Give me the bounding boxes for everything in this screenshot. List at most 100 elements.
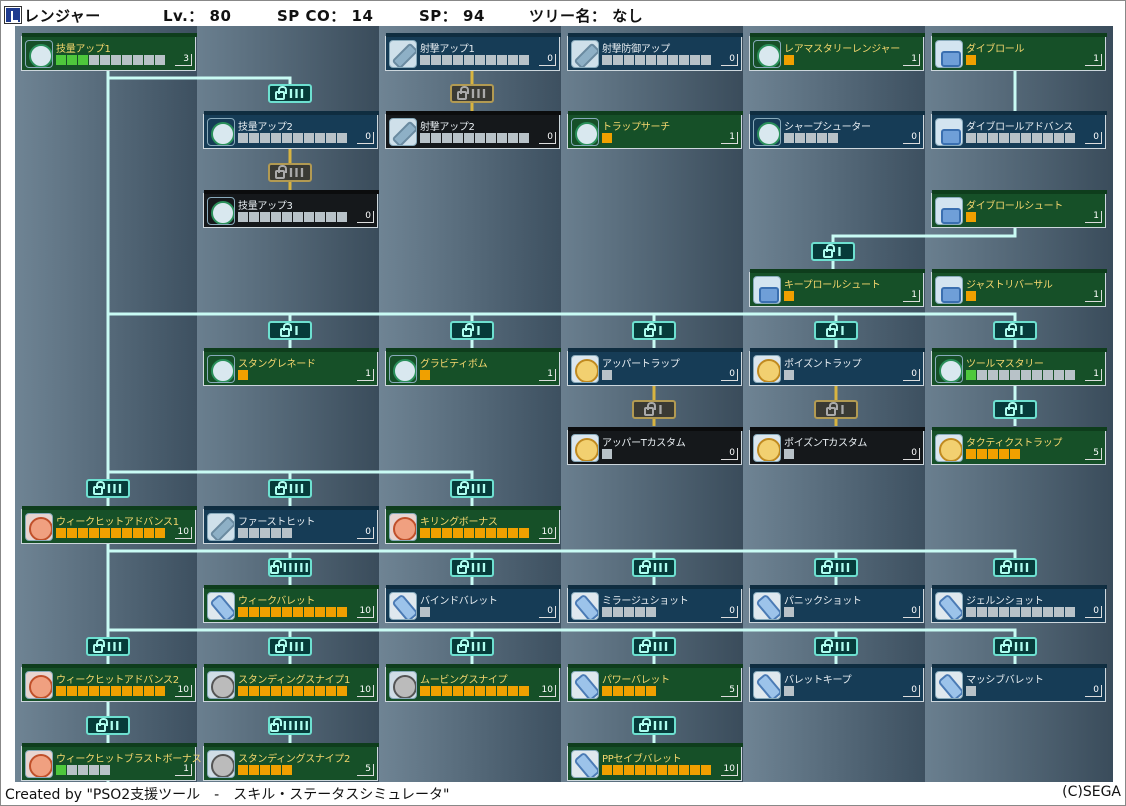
padlock-icon: [270, 559, 282, 574]
skill-level-bar: [238, 686, 348, 696]
skill-card[interactable]: ポイズンTカスタム 0: [749, 427, 925, 465]
level-segment: [144, 528, 154, 538]
level-segment: [271, 607, 281, 617]
skill-card[interactable]: ダイブロールシュート 1: [931, 190, 1107, 228]
level-segment: [1043, 370, 1053, 380]
card-tab: [568, 33, 743, 37]
skill-card[interactable]: キリングボーナス 10: [385, 506, 561, 544]
skill-card[interactable]: 技量アップ1 3: [21, 33, 197, 71]
level-segment: [304, 686, 314, 696]
skill-card[interactable]: キープロールシュート 1: [749, 269, 925, 307]
padlock-icon: [270, 717, 282, 732]
card-tab: [750, 269, 925, 273]
padlock-icon: [280, 322, 293, 337]
skill-level: 3: [175, 54, 192, 66]
padlock-icon: [638, 559, 651, 574]
skill-card[interactable]: ダイブロール 1: [931, 33, 1107, 71]
skill-card[interactable]: ダイブロールアドバンス 0: [931, 111, 1107, 149]
skill-card[interactable]: 射撃アップ1 0: [385, 33, 561, 71]
required-level: I: [476, 323, 482, 338]
unlock-badge: III: [632, 637, 676, 656]
skill-card[interactable]: ウィークヒットブラストボーナス 1: [21, 743, 202, 781]
skill-card[interactable]: 技量アップ3 0: [203, 190, 379, 228]
level-segment: [784, 449, 794, 459]
unlock-badge: I: [632, 321, 676, 340]
level-segment: [326, 686, 336, 696]
skill-card[interactable]: バレットキープ 0: [749, 664, 925, 702]
skill-card[interactable]: PPセイブバレット 10: [567, 743, 743, 781]
level-segment: [78, 528, 88, 538]
skill-card[interactable]: ファーストヒット 0: [203, 506, 379, 544]
trap-icon: [571, 434, 599, 462]
star-icon: [753, 40, 781, 68]
card-tab: [568, 111, 743, 115]
skill-card[interactable]: ウィークヒットアドバンス1 10: [21, 506, 197, 544]
level-segment: [293, 686, 303, 696]
level-segment: [966, 55, 976, 65]
level-segment: [122, 55, 132, 65]
level-segment: [784, 133, 794, 143]
padlock-icon: [1005, 401, 1018, 416]
skill-name: スタンディングスナイプ2: [238, 754, 351, 765]
skill-card[interactable]: アッパートラップ 0: [567, 348, 743, 386]
skill-card[interactable]: アッパーTカスタム 0: [567, 427, 743, 465]
trap-icon: [571, 355, 599, 383]
unlock-badge: III: [86, 637, 130, 656]
level-segment: [442, 528, 452, 538]
skill-level-bar: [602, 686, 657, 696]
card-tab: [932, 33, 1107, 37]
skill-level-bar: [238, 765, 293, 775]
skill-card[interactable]: 射撃防御アップ 0: [567, 33, 743, 71]
skill-level-bar: [602, 765, 712, 775]
skill-card[interactable]: パニックショット 0: [749, 585, 925, 623]
skill-card[interactable]: スタンディングスナイプ2 5: [203, 743, 379, 781]
skill-card[interactable]: パワーバレット 5: [567, 664, 743, 702]
required-level: III: [1013, 560, 1031, 575]
padlock-icon: [644, 401, 657, 416]
required-level: III: [470, 86, 488, 101]
card-tab: [386, 111, 561, 115]
skill-card[interactable]: ミラージュショット 0: [567, 585, 743, 623]
skill-level: 1: [357, 369, 374, 381]
level-segment: [67, 686, 77, 696]
skill-card[interactable]: グラビティボム 1: [385, 348, 561, 386]
skill-level-bar: [966, 370, 1076, 380]
level-segment: [966, 607, 976, 617]
skill-card[interactable]: タクティクストラップ 5: [931, 427, 1107, 465]
skill-card[interactable]: ツールマスタリー 1: [931, 348, 1107, 386]
skill-name: マッシブバレット: [966, 675, 1044, 686]
killing-icon: [389, 513, 417, 541]
skill-card[interactable]: マッシブバレット 0: [931, 664, 1107, 702]
skill-card[interactable]: シャープシューター 0: [749, 111, 925, 149]
level-segment: [282, 765, 292, 775]
skill-name: アッパーTカスタム: [602, 438, 686, 449]
level-segment: [155, 55, 165, 65]
skill-card[interactable]: ウィークバレット 10: [203, 585, 379, 623]
level-segment: [657, 765, 667, 775]
skill-card[interactable]: レアマスタリーレンジャー 1: [749, 33, 925, 71]
skill-card[interactable]: バインドバレット 0: [385, 585, 561, 623]
level-segment: [464, 686, 474, 696]
skill-card[interactable]: 技量アップ2 0: [203, 111, 379, 149]
skill-card[interactable]: スタンディングスナイプ1 10: [203, 664, 379, 702]
level-segment: [966, 133, 976, 143]
mirage-icon: [571, 592, 599, 620]
level-segment: [508, 528, 518, 538]
skill-name: ポイズントラップ: [784, 359, 862, 370]
skill-card[interactable]: ウィークヒットアドバンス2 10: [21, 664, 197, 702]
skill-card[interactable]: ジャストリバーサル 1: [931, 269, 1107, 307]
skill-name: バレットキープ: [784, 675, 852, 686]
skill-card[interactable]: ジェルンショット 0: [931, 585, 1107, 623]
skill-card[interactable]: トラップサーチ 1: [567, 111, 743, 149]
weak-hit-icon: [25, 671, 53, 699]
skill-card[interactable]: ムービングスナイプ 10: [385, 664, 561, 702]
skill-card[interactable]: ポイズントラップ 0: [749, 348, 925, 386]
level-segment: [133, 686, 143, 696]
skill-name: 射撃アップ1: [420, 44, 475, 55]
skill-card[interactable]: 射撃アップ2 0: [385, 111, 561, 149]
level-segment: [784, 55, 794, 65]
card-tab: [932, 664, 1107, 668]
skill-level-bar: [238, 370, 249, 380]
skill-card[interactable]: スタングレネード 1: [203, 348, 379, 386]
class-icon: [4, 6, 22, 24]
